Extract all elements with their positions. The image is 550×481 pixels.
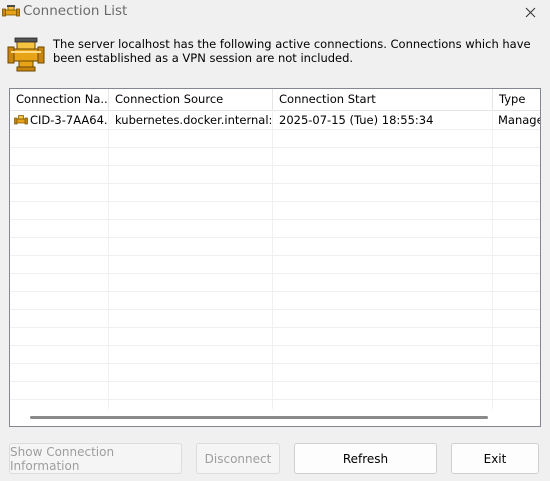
disconnect-button[interactable]: Disconnect	[196, 443, 280, 474]
grid-line	[10, 147, 540, 148]
grid-line	[10, 309, 540, 310]
grid-line	[10, 183, 540, 184]
grid-line	[10, 237, 540, 238]
connection-pipe-icon	[14, 115, 28, 125]
horizontal-scrollbar[interactable]	[10, 409, 540, 426]
column-header-connection-name[interactable]: Connection Na...	[10, 89, 109, 110]
grid-line	[10, 381, 540, 382]
grid-line	[10, 399, 540, 400]
column-header-connection-start[interactable]: Connection Start	[273, 89, 493, 110]
cell-connection-start: 2025-07-15 (Tue) 18:55:34	[279, 113, 434, 127]
show-connection-information-button[interactable]: Show Connection Information	[9, 443, 182, 474]
grid-line	[108, 110, 109, 409]
grid-line	[10, 327, 540, 328]
exit-button[interactable]: Exit	[451, 443, 539, 474]
grid-line	[10, 363, 540, 364]
grid-line	[272, 110, 273, 409]
grid-line	[10, 255, 540, 256]
grid-line	[10, 345, 540, 346]
table-header: Connection Na... Connection Source Conne…	[10, 89, 540, 111]
connection-pipe-icon	[7, 37, 45, 72]
close-button[interactable]	[510, 0, 550, 24]
grid-line	[10, 219, 540, 220]
info-message: The server localhost has the following a…	[53, 37, 531, 65]
cell-connection-source: kubernetes.docker.internal: ...	[115, 113, 271, 127]
grid-line	[492, 110, 493, 409]
grid-line	[10, 201, 540, 202]
cell-type: Manage	[498, 113, 541, 127]
title-bar: Connection List	[0, 0, 550, 24]
refresh-button[interactable]: Refresh	[294, 443, 437, 474]
window-title: Connection List	[23, 3, 128, 19]
table-row[interactable]: CID-3-7AA64... kubernetes.docker.interna…	[10, 111, 540, 129]
connection-pipe-icon	[2, 5, 20, 17]
connection-list-table[interactable]: Connection Na... Connection Source Conne…	[9, 88, 541, 427]
grid-line	[10, 165, 540, 166]
column-header-type[interactable]: Type	[493, 89, 540, 110]
grid-line	[10, 129, 540, 130]
scrollbar-thumb[interactable]	[30, 416, 488, 419]
grid-line	[10, 291, 540, 292]
column-header-connection-source[interactable]: Connection Source	[109, 89, 273, 110]
cell-connection-name: CID-3-7AA64...	[30, 113, 108, 127]
close-icon	[525, 7, 535, 17]
grid-line	[10, 273, 540, 274]
